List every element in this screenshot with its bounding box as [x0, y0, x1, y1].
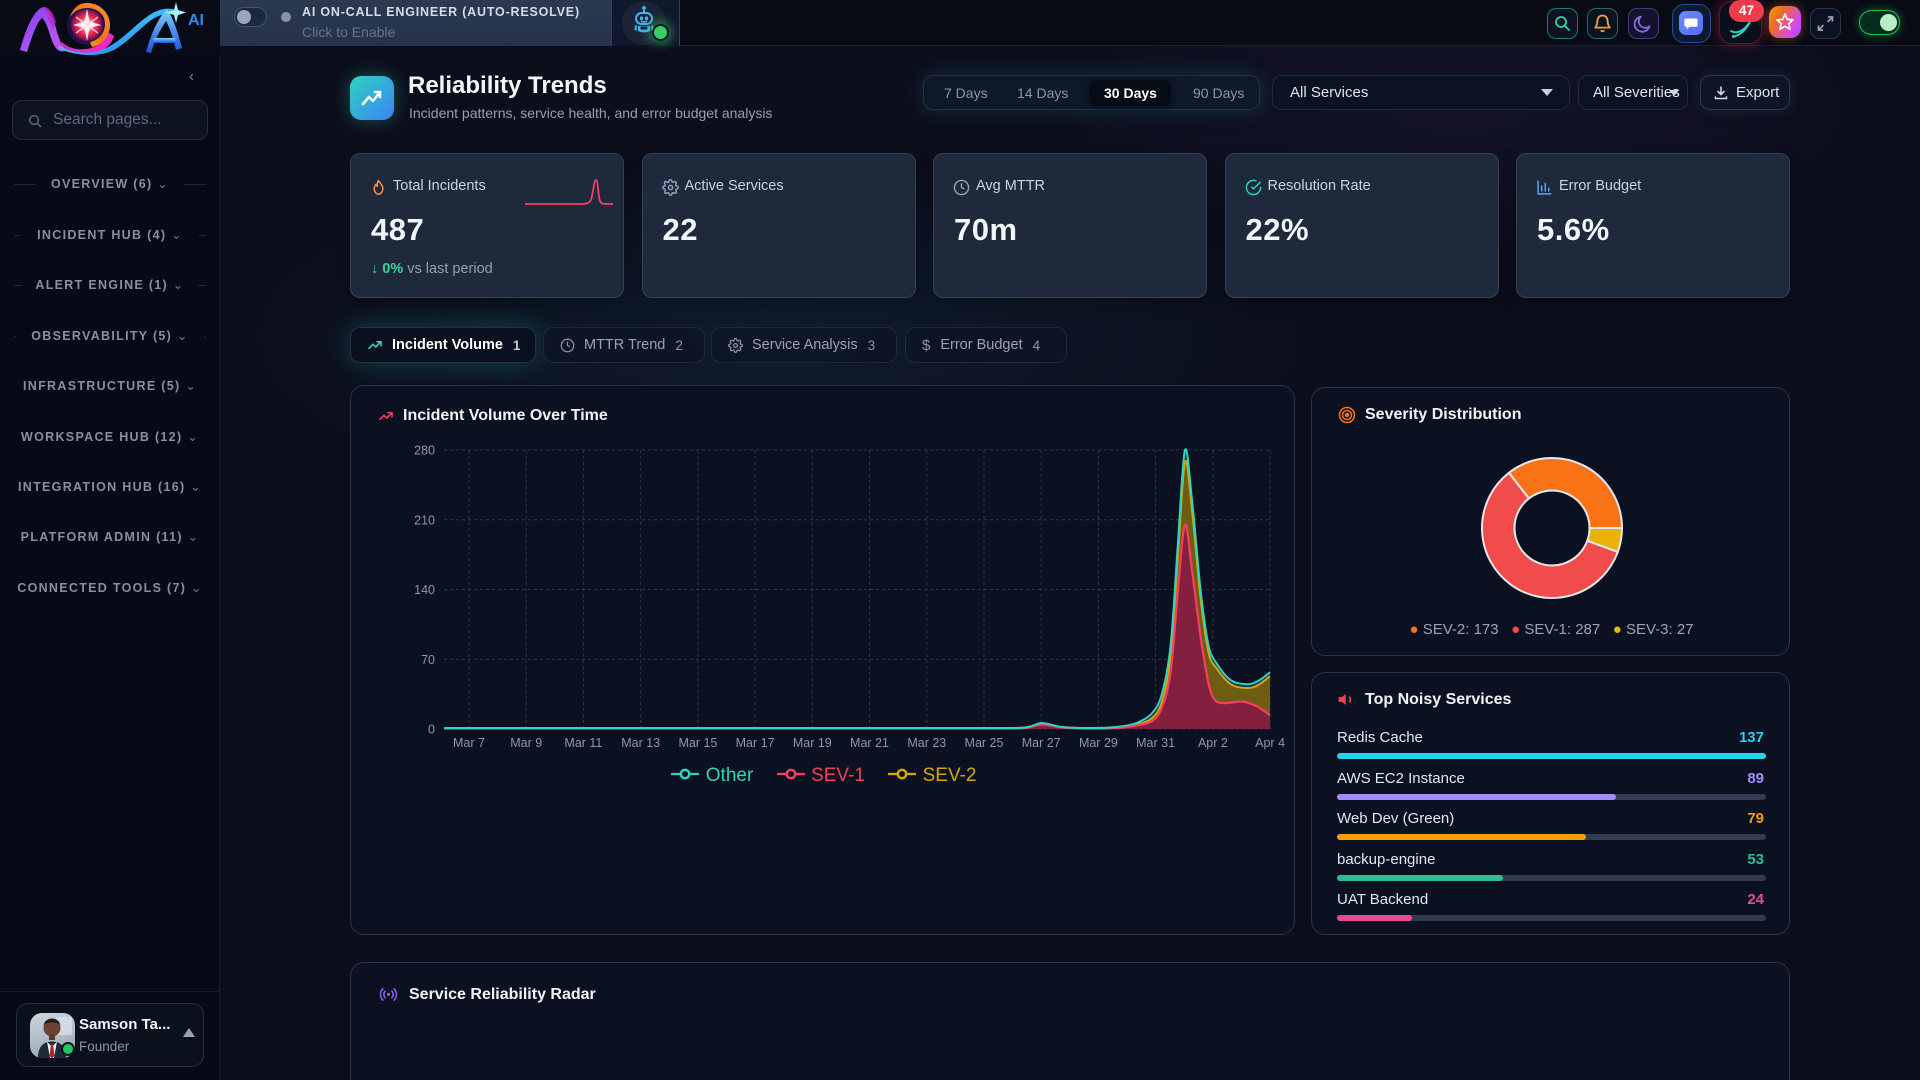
svg-text:Apr 4: Apr 4 — [1255, 736, 1285, 750]
svg-text:Mar 29: Mar 29 — [1079, 736, 1118, 750]
svg-text:Mar 23: Mar 23 — [907, 736, 946, 750]
svg-text:Mar 13: Mar 13 — [621, 736, 660, 750]
svg-text:Mar 25: Mar 25 — [965, 736, 1004, 750]
svg-text:140: 140 — [414, 583, 435, 597]
svg-text:Mar 15: Mar 15 — [678, 736, 717, 750]
svg-text:Mar 21: Mar 21 — [850, 736, 889, 750]
svg-text:0: 0 — [428, 723, 435, 737]
svg-text:Mar 31: Mar 31 — [1136, 736, 1175, 750]
svg-text:Mar 9: Mar 9 — [510, 736, 542, 750]
svg-text:Apr 2: Apr 2 — [1198, 736, 1228, 750]
svg-text:Mar 11: Mar 11 — [564, 736, 602, 750]
svg-text:280: 280 — [414, 444, 435, 458]
svg-text:Mar 19: Mar 19 — [793, 736, 832, 750]
svg-text:AI: AI — [188, 12, 204, 29]
svg-text:Mar 17: Mar 17 — [736, 736, 775, 750]
svg-text:Mar 7: Mar 7 — [453, 736, 485, 750]
svg-text:Mar 27: Mar 27 — [1022, 736, 1061, 750]
svg-text:70: 70 — [421, 653, 435, 667]
svg-text:210: 210 — [414, 513, 435, 527]
